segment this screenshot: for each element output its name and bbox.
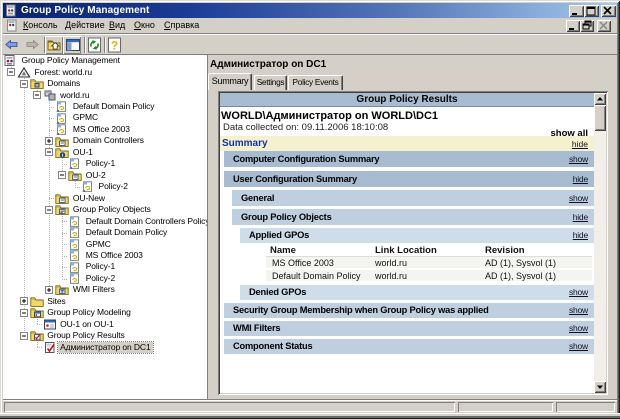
svg-text:?: ? <box>111 39 118 53</box>
